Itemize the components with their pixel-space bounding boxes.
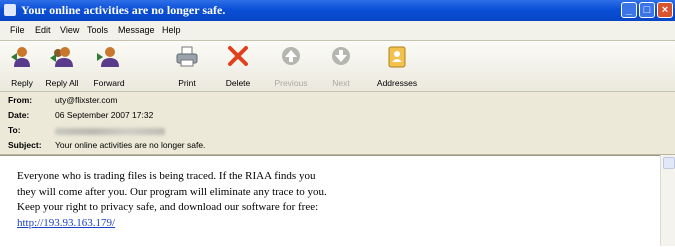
delete-icon — [228, 46, 248, 66]
reply-all-icon — [50, 47, 73, 67]
from-value[interactable]: uty@flixster.com — [55, 95, 117, 105]
menu-view[interactable]: View — [60, 25, 79, 35]
message-body[interactable]: Everyone who is trading files is being t… — [0, 155, 675, 247]
message-line: they will come after you. Our program wi… — [17, 185, 327, 198]
envelope-icon — [4, 4, 16, 16]
subject-value: Your online activities are no longer saf… — [55, 140, 206, 150]
menu-bar: File Edit View Tools Message Help — [0, 21, 675, 57]
printer-icon — [176, 46, 198, 67]
reply-icon — [11, 47, 30, 67]
scroll-up-arrow-icon[interactable] — [663, 157, 675, 169]
message-line: Everyone who is trading files is being t… — [17, 170, 316, 182]
next-arrow-icon — [332, 47, 350, 65]
minimize-button[interactable]: _ — [621, 2, 637, 18]
menu-tools[interactable]: Tools — [87, 25, 108, 35]
next-button[interactable]: Next — [324, 41, 358, 91]
title-bar: Your online activities are no longer saf… — [0, 0, 675, 21]
vertical-scrollbar[interactable] — [660, 155, 675, 246]
delete-button[interactable]: Delete — [218, 41, 258, 91]
reply-all-button[interactable]: Reply All — [40, 41, 84, 91]
previous-arrow-icon — [282, 47, 300, 65]
print-button[interactable]: Print — [171, 41, 203, 91]
subject-label: Subject: — [8, 140, 42, 150]
forward-button[interactable]: Forward — [86, 41, 132, 91]
forward-icon — [97, 47, 119, 67]
menu-edit[interactable]: Edit — [35, 25, 51, 35]
to-label: To: — [8, 125, 21, 135]
message-line: Keep your right to privacy safe, and dow… — [17, 201, 319, 213]
address-book-icon — [388, 46, 406, 68]
date-value: 06 September 2007 17:32 — [55, 110, 154, 120]
window-title: Your online activities are no longer saf… — [21, 3, 226, 17]
message-header: From: uty@flixster.com Date: 06 Septembe… — [0, 92, 675, 155]
previous-button[interactable]: Previous — [271, 41, 311, 91]
date-label: Date: — [8, 110, 30, 120]
toolbar: Reply Reply All Forward Print Delete Pre… — [0, 41, 675, 92]
menu-file[interactable]: File — [10, 25, 25, 35]
menu-help[interactable]: Help — [162, 25, 181, 35]
close-button[interactable]: × — [657, 2, 673, 18]
addresses-button[interactable]: Addresses — [373, 41, 421, 91]
to-value-redacted — [55, 128, 165, 135]
menu-message[interactable]: Message — [118, 25, 155, 35]
download-link[interactable]: http://193.93.163.179/ — [17, 217, 115, 229]
reply-button[interactable]: Reply — [4, 41, 40, 91]
maximize-button[interactable]: □ — [639, 2, 655, 18]
from-label: From: — [8, 95, 33, 105]
